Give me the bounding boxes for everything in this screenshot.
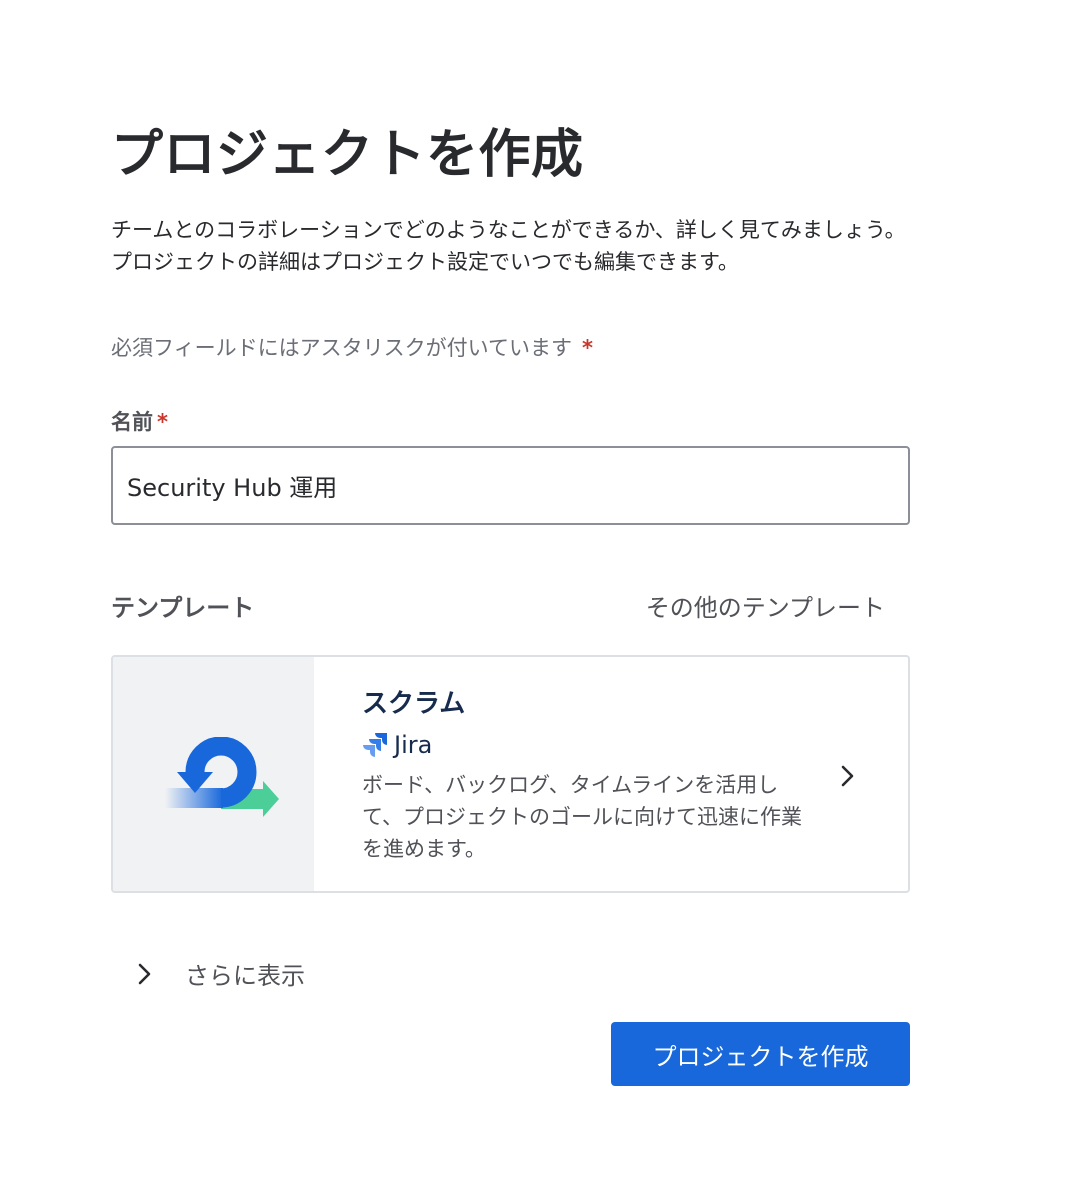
show-more-label: さらに表示 bbox=[185, 962, 305, 990]
required-note-text: 必須フィールドにはアスタリスクが付いています bbox=[111, 336, 572, 360]
template-illustration bbox=[113, 657, 314, 891]
template-product: Jira bbox=[362, 731, 432, 759]
required-asterisk: * bbox=[581, 336, 593, 360]
required-fields-note: 必須フィールドにはアスタリスクが付いています * bbox=[111, 332, 593, 362]
scrum-cycle-icon bbox=[165, 737, 279, 817]
create-project-button[interactable]: プロジェクトを作成 bbox=[611, 1022, 910, 1086]
name-required-asterisk: * bbox=[157, 410, 168, 434]
page-title: プロジェクトを作成 bbox=[111, 125, 584, 185]
template-product-name: Jira bbox=[394, 731, 433, 759]
chevron-right-icon bbox=[138, 963, 151, 984]
more-templates-link[interactable]: その他のテンプレート bbox=[646, 588, 885, 623]
show-more-toggle[interactable]: さらに表示 bbox=[135, 956, 305, 991]
template-card-title: スクラム bbox=[362, 689, 466, 719]
chevron-right-icon bbox=[841, 765, 854, 787]
name-label-text: 名前 bbox=[111, 410, 153, 434]
name-field-label: 名前 * bbox=[111, 406, 168, 436]
template-card-description: ボード、バックログ、タイムラインを活用して、プロジェクトのゴールに向けて迅速に作… bbox=[362, 773, 802, 861]
template-section-heading: テンプレート bbox=[111, 594, 255, 622]
scrum-template-card[interactable]: スクラム Jira ボード、バックログ、タイムラインを活用して、プロジェクトのゴ… bbox=[111, 655, 910, 893]
project-name-input[interactable] bbox=[111, 446, 910, 525]
jira-logo-icon bbox=[363, 733, 387, 757]
page-description: チームとのコラボレーションでどのようなことができるか、詳しく見てみましょう。プロ… bbox=[111, 218, 906, 274]
